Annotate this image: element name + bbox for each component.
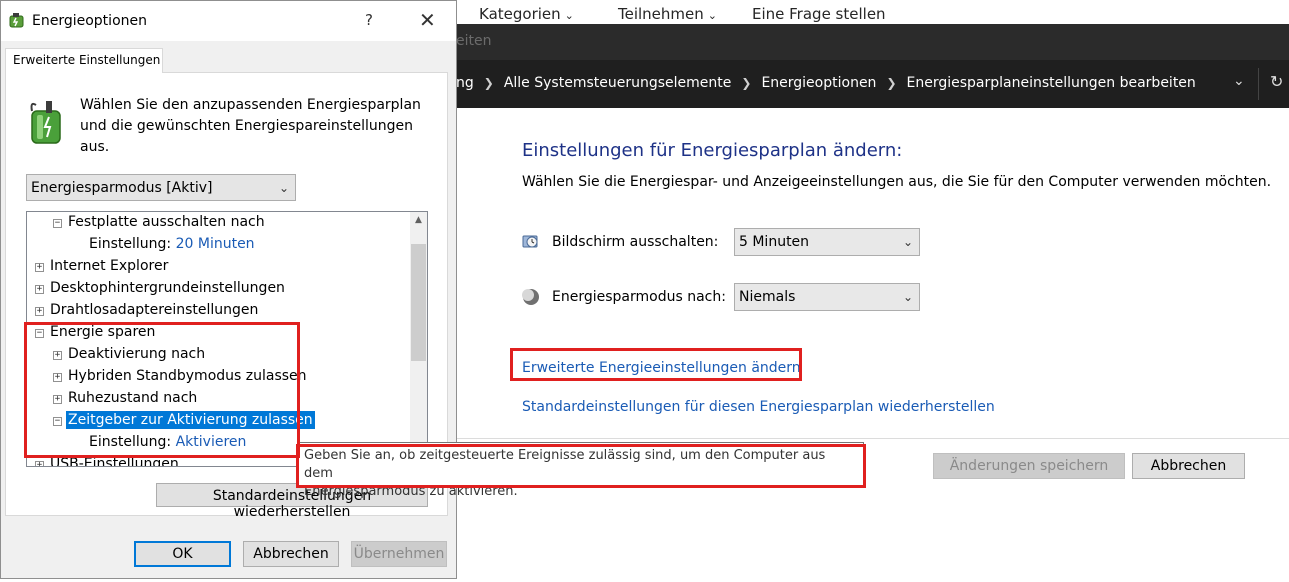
sleep-select[interactable]: Niemals ⌄ [734, 283, 920, 311]
close-icon[interactable]: ✕ [419, 8, 436, 32]
expand-icon[interactable]: + [35, 461, 44, 466]
breadcrumb-item[interactable]: ng [456, 75, 474, 91]
cancel-button[interactable]: Abbrechen [243, 541, 339, 567]
restore-defaults-link[interactable]: Standardeinstellungen für diesen Energie… [522, 399, 995, 415]
nav-frage-stellen[interactable]: Eine Frage stellen [752, 5, 886, 23]
chevron-right-icon: ❯ [741, 76, 752, 90]
scroll-up-icon[interactable]: ▲ [410, 212, 427, 229]
chevron-right-icon: ❯ [886, 76, 897, 90]
control-panel-titlebar: eiten [456, 24, 1289, 60]
highlight-box-sleep-group [24, 322, 300, 458]
expand-icon[interactable]: + [35, 263, 44, 272]
power-options-icon [9, 13, 24, 28]
display-off-select[interactable]: 5 Minuten ⌄ [734, 228, 920, 256]
tree-scrollbar[interactable]: ▲ ▼ [410, 212, 427, 466]
moon-icon [522, 289, 539, 305]
top-navigation: Kategorien ⌄ Teilnehmen ⌄ Eine Frage stell… [456, 0, 1289, 24]
save-changes-button[interactable]: Änderungen speichern [933, 453, 1125, 479]
nav-kategorien[interactable]: Kategorien ⌄ [479, 5, 574, 23]
expand-icon[interactable]: + [35, 307, 44, 316]
chevron-right-icon: ❯ [483, 76, 494, 90]
expand-icon[interactable]: + [35, 285, 44, 294]
cancel-button[interactable]: Abbrechen [1132, 453, 1245, 479]
highlight-box-advanced-link [510, 348, 802, 381]
refresh-icon[interactable]: ↻ [1270, 72, 1283, 91]
display-off-label: Bildschirm ausschalten: [552, 234, 719, 250]
chevron-down-icon: ⌄ [902, 290, 913, 304]
address-history-chevron-icon[interactable]: ⌄ [1233, 73, 1245, 89]
chevron-down-icon: ⌄ [902, 235, 913, 249]
setting-value-link[interactable]: 20 Minuten [176, 236, 255, 252]
sleep-label: Energiesparmodus nach: [552, 289, 726, 305]
control-panel-content: Einstellungen für Energiesparplan ändern… [456, 108, 1289, 582]
tree-item-wireless[interactable]: + Drahtlosadaptereinstellungen [35, 302, 260, 324]
nav-teilnehmen[interactable]: Teilnehmen ⌄ [618, 5, 717, 23]
tree-item-internet-explorer[interactable]: + Internet Explorer [35, 258, 170, 280]
battery-icon [30, 101, 61, 144]
address-bar[interactable]: ng ❯ Alle Systemsteuerungselemente ❯ Energie… [456, 60, 1289, 108]
tree-item-desktop-background[interactable]: + Desktophintergrundeinstellungen [35, 280, 287, 302]
monitor-clock-icon [522, 235, 538, 248]
help-icon[interactable]: ? [365, 11, 373, 29]
scroll-thumb[interactable] [411, 244, 426, 361]
breadcrumb-item[interactable]: Alle Systemsteuerungselemente [504, 75, 732, 91]
divider [1258, 68, 1259, 100]
tree-item-hard-disk[interactable]: − Festplatte ausschalten nach [53, 214, 267, 236]
breadcrumb: ng ❯ Alle Systemsteuerungselemente ❯ Energie… [456, 75, 1196, 91]
dialog-description: Wählen Sie den anzupassenden Energiespar… [80, 97, 421, 155]
page-description: Wählen Sie die Energiespar- und Anzeigee… [522, 174, 1272, 190]
apply-button[interactable]: Übernehmen [351, 541, 447, 567]
divider [456, 438, 1289, 439]
tab-advanced-settings[interactable]: Erweiterte Einstellungen [5, 48, 163, 73]
chevron-down-icon: ⌄ [564, 9, 574, 22]
chevron-down-icon: ⌄ [278, 181, 289, 195]
ok-button[interactable]: OK [134, 541, 231, 567]
breadcrumb-item[interactable]: Energieoptionen [761, 75, 876, 91]
window-title: eiten [456, 33, 492, 49]
page-title: Einstellungen für Energiesparplan ändern… [522, 140, 903, 161]
breadcrumb-item[interactable]: Energiesparplaneinstellungen bearbeiten [907, 75, 1196, 91]
chevron-down-icon: ⌄ [707, 9, 717, 22]
dialog-title: Energieoptionen [32, 13, 147, 29]
dialog-titlebar: Energieoptionen ? ✕ [1, 1, 456, 41]
tree-setting-hard-disk[interactable]: Einstellung: 20 Minuten [89, 236, 255, 258]
highlight-box-tooltip [296, 444, 866, 488]
power-plan-select[interactable]: Energiesparmodus [Aktiv] ⌄ [26, 174, 296, 201]
collapse-icon[interactable]: − [53, 219, 62, 228]
